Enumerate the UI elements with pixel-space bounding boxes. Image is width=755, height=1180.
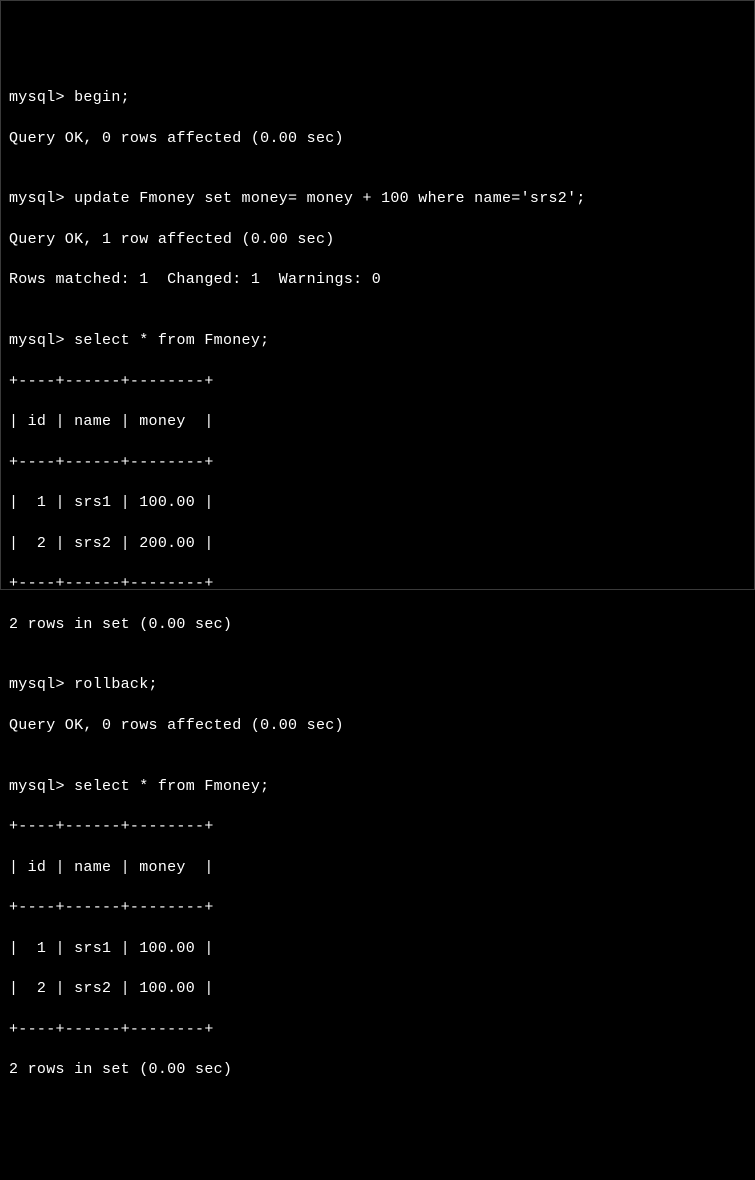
- query-response: Rows matched: 1 Changed: 1 Warnings: 0: [9, 270, 746, 290]
- table-border: +----+------+--------+: [9, 372, 746, 392]
- result-summary: 2 rows in set (0.00 sec): [9, 1060, 746, 1080]
- query-response: Query OK, 0 rows affected (0.00 sec): [9, 716, 746, 736]
- sql-command-select: select * from Fmoney;: [74, 332, 269, 349]
- sql-command-begin: begin;: [74, 89, 130, 106]
- table-row: | 1 | srs1 | 100.00 |: [9, 939, 746, 959]
- terminal-line: mysql> select * from Fmoney;: [9, 777, 746, 797]
- mysql-prompt: mysql>: [9, 676, 74, 693]
- table-border: +----+------+--------+: [9, 1020, 746, 1040]
- table-header: | id | name | money |: [9, 412, 746, 432]
- terminal-line: mysql> update Fmoney set money= money + …: [9, 189, 746, 209]
- table-border: +----+------+--------+: [9, 817, 746, 837]
- sql-command-update: update Fmoney set money= money + 100 whe…: [74, 190, 586, 207]
- mysql-prompt: mysql>: [9, 778, 74, 795]
- table-row: | 2 | srs2 | 200.00 |: [9, 534, 746, 554]
- table-border: +----+------+--------+: [9, 574, 746, 594]
- mysql-prompt: mysql>: [9, 332, 74, 349]
- table-header: | id | name | money |: [9, 858, 746, 878]
- terminal-line: mysql> rollback;: [9, 675, 746, 695]
- terminal-line: mysql> select * from Fmoney;: [9, 331, 746, 351]
- mysql-prompt: mysql>: [9, 190, 74, 207]
- table-border: +----+------+--------+: [9, 898, 746, 918]
- table-row: | 2 | srs2 | 100.00 |: [9, 979, 746, 999]
- query-response: Query OK, 0 rows affected (0.00 sec): [9, 129, 746, 149]
- sql-command-rollback: rollback;: [74, 676, 158, 693]
- terminal-line: mysql> begin;: [9, 88, 746, 108]
- sql-command-select: select * from Fmoney;: [74, 778, 269, 795]
- table-border: +----+------+--------+: [9, 453, 746, 473]
- mysql-prompt: mysql>: [9, 89, 74, 106]
- table-row: | 1 | srs1 | 100.00 |: [9, 493, 746, 513]
- query-response: Query OK, 1 row affected (0.00 sec): [9, 230, 746, 250]
- result-summary: 2 rows in set (0.00 sec): [9, 615, 746, 635]
